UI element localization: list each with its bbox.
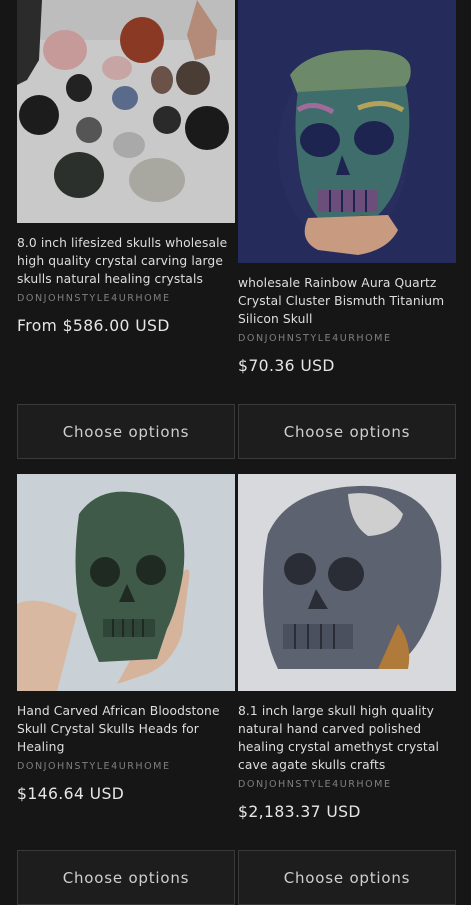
product-title[interactable]: 8.0 inch lifesized skulls wholesale high… [17, 234, 235, 288]
product-card-2[interactable]: wholesale Rainbow Aura Quartz Crystal Cl… [238, 0, 456, 375]
choose-options-button-4[interactable]: Choose options [238, 850, 456, 905]
product-vendor: DONJOHNSTYLE4URHOME [238, 333, 392, 344]
product-image-skulls-set[interactable] [17, 0, 235, 223]
choose-options-button-1[interactable]: Choose options [17, 404, 235, 459]
product-vendor: DONJOHNSTYLE4URHOME [238, 779, 392, 790]
product-price: $146.64 USD [17, 785, 125, 803]
product-title[interactable]: 8.1 inch large skull high quality natura… [238, 702, 456, 774]
choose-options-button-3[interactable]: Choose options [17, 850, 235, 905]
product-vendor: DONJOHNSTYLE4URHOME [17, 761, 171, 772]
product-image-agate-skull[interactable] [238, 474, 456, 691]
product-vendor: DONJOHNSTYLE4URHOME [17, 293, 171, 304]
product-title[interactable]: Hand Carved African Bloodstone Skull Cry… [17, 702, 235, 756]
product-price: $2,183.37 USD [238, 803, 361, 821]
product-image-rainbow-skull[interactable] [238, 0, 456, 263]
product-card-1[interactable]: 8.0 inch lifesized skulls wholesale high… [17, 0, 235, 335]
choose-options-button-2[interactable]: Choose options [238, 404, 456, 459]
product-price: From $586.00 USD [17, 317, 170, 335]
product-card-4[interactable]: 8.1 inch large skull high quality natura… [238, 474, 456, 821]
product-image-bloodstone-skull[interactable] [17, 474, 235, 691]
product-title[interactable]: wholesale Rainbow Aura Quartz Crystal Cl… [238, 274, 456, 328]
product-price: $70.36 USD [238, 357, 335, 375]
product-card-3[interactable]: Hand Carved African Bloodstone Skull Cry… [17, 474, 235, 803]
